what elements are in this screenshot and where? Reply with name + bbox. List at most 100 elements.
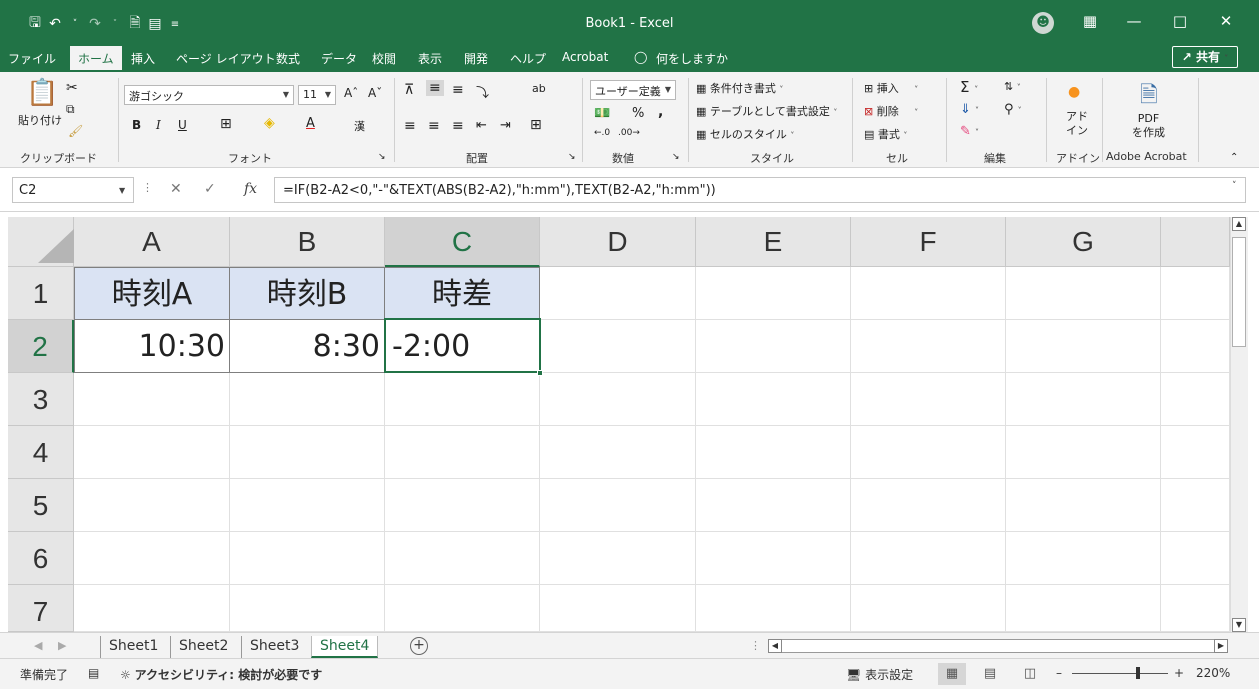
align-left-icon[interactable]: ≡ [404, 118, 416, 134]
cut-icon[interactable]: ✂ [66, 80, 78, 96]
italic-icon[interactable]: I [156, 118, 161, 132]
display-settings-button[interactable]: 🖥 表示設定 [846, 666, 913, 683]
column-header-d[interactable]: D [540, 217, 696, 267]
empty-cell[interactable] [851, 320, 1006, 373]
empty-cell[interactable] [385, 532, 540, 585]
column-header-e[interactable]: E [696, 217, 851, 267]
empty-cell[interactable] [851, 426, 1006, 479]
empty-cell[interactable] [74, 373, 230, 426]
empty-cell[interactable] [1161, 320, 1230, 373]
add-sheet-icon[interactable]: + [410, 637, 428, 655]
empty-cell[interactable] [1006, 320, 1161, 373]
empty-cell[interactable] [1006, 479, 1161, 532]
empty-cell[interactable] [385, 479, 540, 532]
delete-cells-button[interactable]: ⊠ 削除 ˅ [864, 103, 918, 119]
create-pdf-label[interactable]: PDF を作成 [1132, 112, 1165, 140]
format-as-table-button[interactable]: ▦ テーブルとして書式設定 ˅ [696, 103, 837, 119]
column-header-h[interactable] [1161, 217, 1230, 267]
maximize-icon[interactable]: □ [1168, 12, 1192, 30]
empty-cell[interactable] [230, 426, 385, 479]
conditional-formatting-button[interactable]: ▦ 条件付き書式 ˅ [696, 80, 783, 96]
align-middle-icon[interactable]: ≡ [426, 80, 444, 96]
empty-cell[interactable] [74, 479, 230, 532]
empty-cell[interactable] [851, 532, 1006, 585]
empty-cell[interactable] [851, 267, 1006, 320]
tell-me-icon[interactable]: ◯ [634, 50, 647, 64]
percent-style-icon[interactable]: % [632, 106, 644, 121]
autosum-icon[interactable]: Σ ˅ [960, 78, 978, 96]
align-right-icon[interactable]: ≡ [452, 118, 464, 134]
empty-cell[interactable] [74, 426, 230, 479]
row-header-7[interactable]: 7 [8, 585, 74, 632]
tab-data[interactable]: データ [321, 50, 357, 67]
accessibility-checker[interactable]: ☼ アクセシビリティ: 検討が必要です [120, 666, 322, 683]
column-header-b[interactable]: B [230, 217, 385, 267]
empty-cell[interactable] [230, 373, 385, 426]
empty-cell[interactable] [1006, 532, 1161, 585]
name-box[interactable]: C2 ▼ [12, 177, 134, 203]
empty-cell[interactable] [230, 532, 385, 585]
scroll-down-icon[interactable]: ▼ [1232, 618, 1246, 632]
row-header-2[interactable]: 2 [8, 320, 74, 373]
zoom-in-icon[interactable]: + [1174, 666, 1184, 680]
copy-icon[interactable]: ⧉ [66, 102, 75, 117]
cell-c1[interactable]: 時差 [384, 267, 540, 320]
page-break-preview-icon[interactable]: ◫ [1016, 663, 1044, 685]
account-avatar-icon[interactable]: ☻ [1032, 12, 1054, 34]
empty-cell[interactable] [74, 585, 230, 632]
tab-acrobat[interactable]: Acrobat [562, 50, 608, 64]
tab-page-layout[interactable]: ページ レイアウト [176, 50, 276, 67]
empty-cell[interactable] [540, 267, 696, 320]
tab-file[interactable]: ファイル [8, 50, 56, 67]
row-header-6[interactable]: 6 [8, 532, 74, 585]
sheet-tab-sheet2[interactable]: Sheet2 [170, 636, 236, 658]
cancel-icon[interactable]: ✕ [170, 181, 182, 197]
font-dialog-launcher-icon[interactable]: ↘ [378, 152, 386, 162]
wrap-text-icon[interactable]: ab [532, 82, 546, 95]
bold-icon[interactable]: B [132, 118, 141, 132]
fill-color-icon[interactable]: ◈ [264, 115, 275, 131]
empty-cell[interactable] [540, 532, 696, 585]
merge-center-icon[interactable]: ⊞ [530, 117, 542, 133]
format-painter-icon[interactable]: 🖌 [68, 124, 83, 138]
empty-cell[interactable] [230, 585, 385, 632]
cell-b1[interactable]: 時刻B [229, 267, 385, 320]
empty-cell[interactable] [1006, 267, 1161, 320]
phonetic-guide-icon[interactable]: 漢 [354, 118, 365, 134]
horizontal-scrollbar[interactable] [768, 639, 1228, 653]
cell-a2[interactable]: 10:30 [74, 319, 230, 373]
minimize-icon[interactable]: — [1122, 12, 1146, 30]
tab-help[interactable]: ヘルプ [510, 50, 546, 67]
alignment-dialog-launcher-icon[interactable]: ↘ [568, 152, 576, 162]
row-header-1[interactable]: 1 [8, 267, 74, 320]
empty-cell[interactable] [1161, 426, 1230, 479]
add-ins-label[interactable]: アド イン [1066, 110, 1088, 138]
cell-b2[interactable]: 8:30 [229, 319, 385, 373]
fill-icon[interactable]: ⇓ ˅ [960, 102, 979, 117]
empty-cell[interactable] [540, 479, 696, 532]
expand-formula-bar-icon[interactable]: ˅ [1232, 181, 1237, 191]
empty-cell[interactable] [696, 373, 851, 426]
underline-icon[interactable]: U [178, 118, 187, 132]
tab-split-handle-icon[interactable]: ⋮ [750, 639, 761, 652]
macro-record-icon[interactable]: ▤ [88, 666, 99, 680]
normal-view-icon[interactable]: ▦ [938, 663, 966, 685]
tab-view[interactable]: 表示 [418, 50, 442, 67]
sheet-tab-sheet1[interactable]: Sheet1 [100, 636, 166, 658]
decrease-font-icon[interactable]: Aˇ [368, 86, 382, 100]
increase-indent-icon[interactable]: ⇥ [500, 118, 511, 133]
empty-cell[interactable] [1161, 373, 1230, 426]
paste-icon[interactable]: 📋 [26, 78, 58, 108]
create-pdf-icon[interactable]: 🗎 [1140, 78, 1158, 116]
empty-cell[interactable] [851, 585, 1006, 632]
orientation-icon[interactable]: ⤵ [476, 82, 489, 101]
font-color-icon[interactable]: A [306, 116, 315, 131]
number-format-select[interactable]: ユーザー定義 ▼ [590, 80, 676, 100]
empty-cell[interactable] [1161, 479, 1230, 532]
align-top-icon[interactable]: ⊼ [404, 82, 414, 98]
scroll-up-icon[interactable]: ▲ [1232, 217, 1246, 231]
scroll-left-icon[interactable]: ◀ [768, 639, 782, 653]
insert-cells-button[interactable]: ⊞ 挿入 ˅ [864, 80, 918, 96]
page-layout-view-icon[interactable]: ▤ [976, 663, 1004, 685]
tab-insert[interactable]: 挿入 [131, 50, 155, 67]
